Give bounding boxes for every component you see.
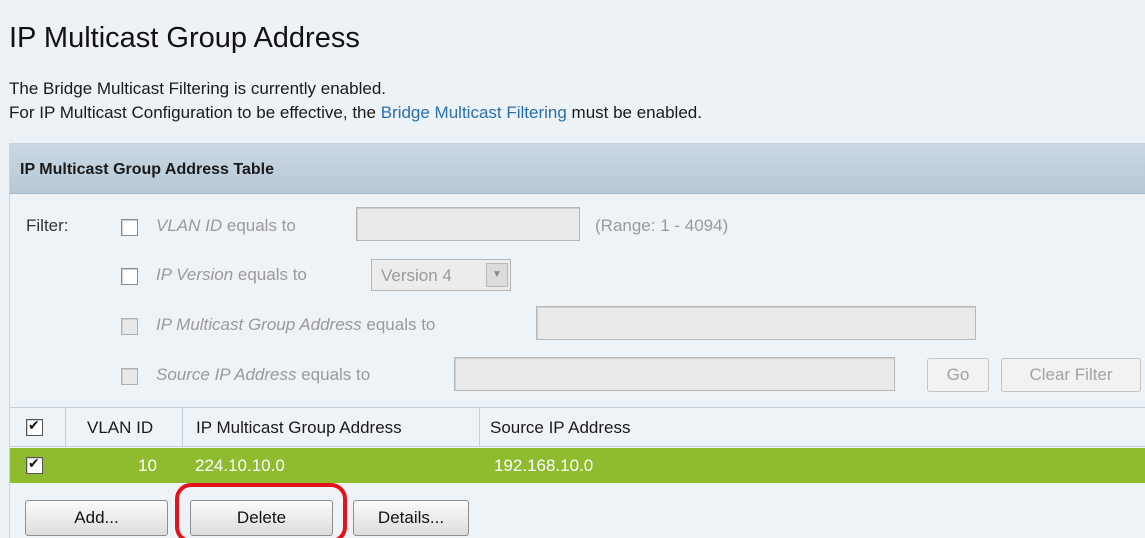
vlan-filter-label: VLAN ID equals to: [156, 216, 296, 236]
ip-version-filter-label: IP Version equals to: [156, 265, 307, 285]
ip-version-selected: Version 4: [381, 266, 452, 285]
column-separator: [65, 408, 66, 446]
address-table-panel: IP Multicast Group Address Table Filter:…: [9, 143, 1145, 538]
source-ip-filter-label-italic: Source IP Address: [156, 365, 297, 384]
details-button[interactable]: Details...: [353, 500, 469, 536]
row-source-ip: 192.168.10.0: [494, 456, 594, 475]
column-header-vlan-id[interactable]: VLAN ID: [87, 418, 153, 438]
column-separator: [479, 408, 480, 446]
go-button[interactable]: Go: [927, 358, 989, 392]
vlan-range-hint: (Range: 1 - 4094): [595, 216, 729, 235]
grid-header: VLAN ID IP Multicast Group Address Sourc…: [10, 407, 1145, 447]
table-header-title: IP Multicast Group Address Table: [20, 161, 274, 178]
row-vlan-id: 10: [138, 456, 157, 475]
group-address-filter-label: IP Multicast Group Address equals to: [156, 315, 435, 335]
source-ip-filter-label-rest: equals to: [296, 365, 371, 384]
add-button[interactable]: Add...: [25, 500, 168, 536]
chevron-down-icon[interactable]: ▼: [486, 263, 508, 287]
source-ip-filter-input[interactable]: [454, 357, 895, 391]
vlan-filter-label-italic: VLAN ID: [156, 216, 223, 235]
row-checkbox[interactable]: [26, 455, 43, 474]
table-row[interactable]: 10 224.10.10.0 192.168.10.0: [10, 448, 1145, 483]
ip-version-select[interactable]: Version 4 ▼: [371, 259, 511, 291]
column-separator: [182, 408, 183, 446]
page-title: IP Multicast Group Address: [9, 22, 360, 54]
source-ip-filter-label: Source IP Address equals to: [156, 365, 370, 385]
filter-label: Filter:: [26, 216, 69, 235]
select-all-checkbox[interactable]: [26, 417, 43, 436]
group-address-filter-checkbox[interactable]: [121, 318, 138, 335]
bridge-multicast-filtering-link[interactable]: Bridge Multicast Filtering: [381, 103, 567, 122]
status-line-2: For IP Multicast Configuration to be eff…: [9, 103, 702, 123]
group-address-filter-label-italic: IP Multicast Group Address: [156, 315, 362, 334]
ip-version-filter-label-rest: equals to: [233, 265, 307, 284]
row-group-address: 224.10.10.0: [195, 456, 285, 475]
group-address-filter-input[interactable]: [536, 306, 976, 340]
delete-highlight-ring: [175, 483, 347, 538]
ip-version-filter-checkbox[interactable]: [121, 268, 138, 285]
clear-filter-button[interactable]: Clear Filter: [1001, 358, 1141, 392]
ip-version-filter-label-italic: IP Version: [156, 265, 234, 284]
status-line-2-prefix: For IP Multicast Configuration to be eff…: [9, 103, 381, 122]
group-address-filter-label-rest: equals to: [361, 315, 436, 334]
column-header-group-address[interactable]: IP Multicast Group Address: [196, 418, 402, 438]
status-line-1: The Bridge Multicast Filtering is curren…: [9, 79, 386, 98]
status-line-2-suffix: must be enabled.: [566, 103, 702, 122]
table-header-bar: IP Multicast Group Address Table: [10, 144, 1145, 194]
source-ip-filter-checkbox[interactable]: [121, 368, 138, 385]
vlan-filter-label-rest: equals to: [222, 216, 296, 235]
vlan-filter-input[interactable]: [356, 207, 580, 241]
vlan-filter-checkbox[interactable]: [121, 219, 138, 236]
column-header-source-ip[interactable]: Source IP Address: [490, 418, 631, 438]
